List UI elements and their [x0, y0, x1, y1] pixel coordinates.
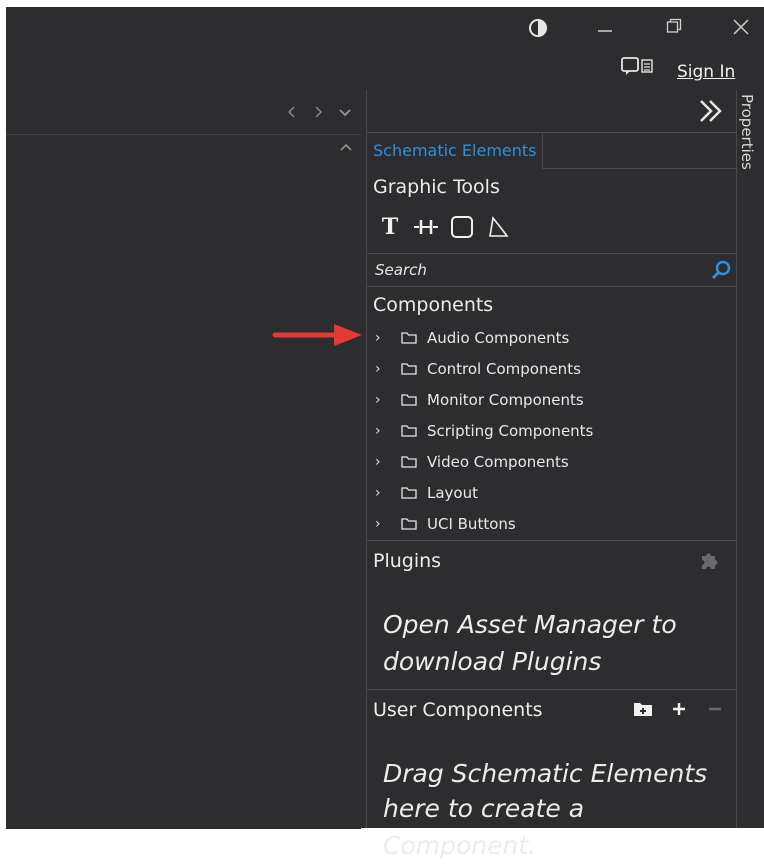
- components-title: Components: [373, 294, 494, 316]
- tree-item-label: UCI Buttons: [427, 514, 516, 533]
- remove-icon[interactable]: [704, 698, 726, 720]
- schematic-canvas[interactable]: [6, 134, 361, 829]
- user-hint-line1: Drag Schematic Elements: [383, 759, 708, 788]
- close-icon[interactable]: [732, 18, 750, 40]
- tree-item-label: Monitor Components: [427, 390, 584, 409]
- chevron-right-icon[interactable]: ›: [375, 392, 389, 408]
- folder-icon: [401, 486, 417, 499]
- folder-icon: [401, 517, 417, 530]
- annotation-arrow: [272, 322, 364, 348]
- chevron-right-icon[interactable]: ›: [375, 423, 389, 439]
- search-placeholder: Search: [375, 261, 427, 279]
- tree-item-label: Control Components: [427, 359, 581, 378]
- tree-item-layout[interactable]: › Layout: [367, 477, 736, 508]
- sign-in-link[interactable]: Sign In: [677, 62, 735, 82]
- chevron-right-icon[interactable]: ›: [375, 454, 389, 470]
- graphic-tools-title: Graphic Tools: [373, 176, 500, 198]
- tree-item-label: Layout: [427, 483, 478, 502]
- user-components-title: User Components: [373, 699, 543, 721]
- folder-icon: [401, 393, 417, 406]
- tree-item-control-components[interactable]: › Control Components: [367, 353, 736, 384]
- plugins-hint-line1: Open Asset Manager to: [383, 610, 677, 639]
- account-icon[interactable]: [621, 56, 655, 76]
- chevron-right-icon[interactable]: ›: [375, 516, 389, 532]
- tree-item-label: Audio Components: [427, 328, 570, 347]
- user-hint-line2: here to create a Component.: [383, 794, 585, 860]
- tree-item-video-components[interactable]: › Video Components: [367, 446, 736, 477]
- folder-icon: [401, 455, 417, 468]
- plugins-title: Plugins: [373, 550, 442, 572]
- plugins-hint-line2: download Plugins: [383, 647, 602, 676]
- rectangle-tool-icon[interactable]: [449, 213, 475, 241]
- chevron-right-icon[interactable]: ›: [375, 485, 389, 501]
- properties-label: Properties: [738, 94, 756, 170]
- search-box[interactable]: Search: [367, 253, 736, 287]
- wire-tool-icon[interactable]: [413, 213, 439, 241]
- tree-item-audio-components[interactable]: › Audio Components: [367, 322, 736, 353]
- tree-item-scripting-components[interactable]: › Scripting Components: [367, 415, 736, 446]
- divider: [367, 689, 736, 690]
- tree-item-label: Scripting Components: [427, 421, 594, 440]
- user-components-actions: [632, 698, 726, 720]
- add-icon[interactable]: [668, 698, 690, 720]
- new-folder-icon[interactable]: [632, 698, 654, 720]
- folder-icon: [401, 362, 417, 375]
- properties-side-tab[interactable]: Properties: [736, 90, 758, 190]
- contrast-icon[interactable]: [528, 18, 548, 42]
- collapse-panel-icon[interactable]: [696, 96, 726, 126]
- folder-icon: [401, 331, 417, 344]
- schematic-elements-panel: Schematic Elements Graphic Tools T Searc…: [366, 90, 737, 860]
- panel-header: [367, 90, 736, 133]
- restore-icon[interactable]: [666, 18, 682, 38]
- polygon-tool-icon[interactable]: [485, 213, 511, 241]
- chevron-right-icon[interactable]: ›: [375, 361, 389, 377]
- chevron-right-icon[interactable]: ›: [375, 330, 389, 346]
- tree-item-monitor-components[interactable]: › Monitor Components: [367, 384, 736, 415]
- divider: [367, 540, 736, 541]
- tab-underline: [543, 168, 736, 169]
- tree-item-uci-buttons[interactable]: › UCI Buttons: [367, 508, 736, 539]
- document-nav[interactable]: [286, 105, 356, 123]
- scroll-up-icon[interactable]: [339, 140, 353, 156]
- text-tool-icon[interactable]: T: [377, 213, 403, 241]
- puzzle-icon[interactable]: [698, 548, 722, 572]
- search-icon[interactable]: [710, 259, 732, 281]
- components-tree: › Audio Components › Control Components …: [367, 322, 736, 539]
- minimize-icon[interactable]: [597, 22, 613, 40]
- graphic-tools: T: [377, 212, 511, 242]
- folder-icon: [401, 424, 417, 437]
- tree-item-label: Video Components: [427, 452, 569, 471]
- tab-schematic-elements[interactable]: Schematic Elements: [367, 133, 543, 169]
